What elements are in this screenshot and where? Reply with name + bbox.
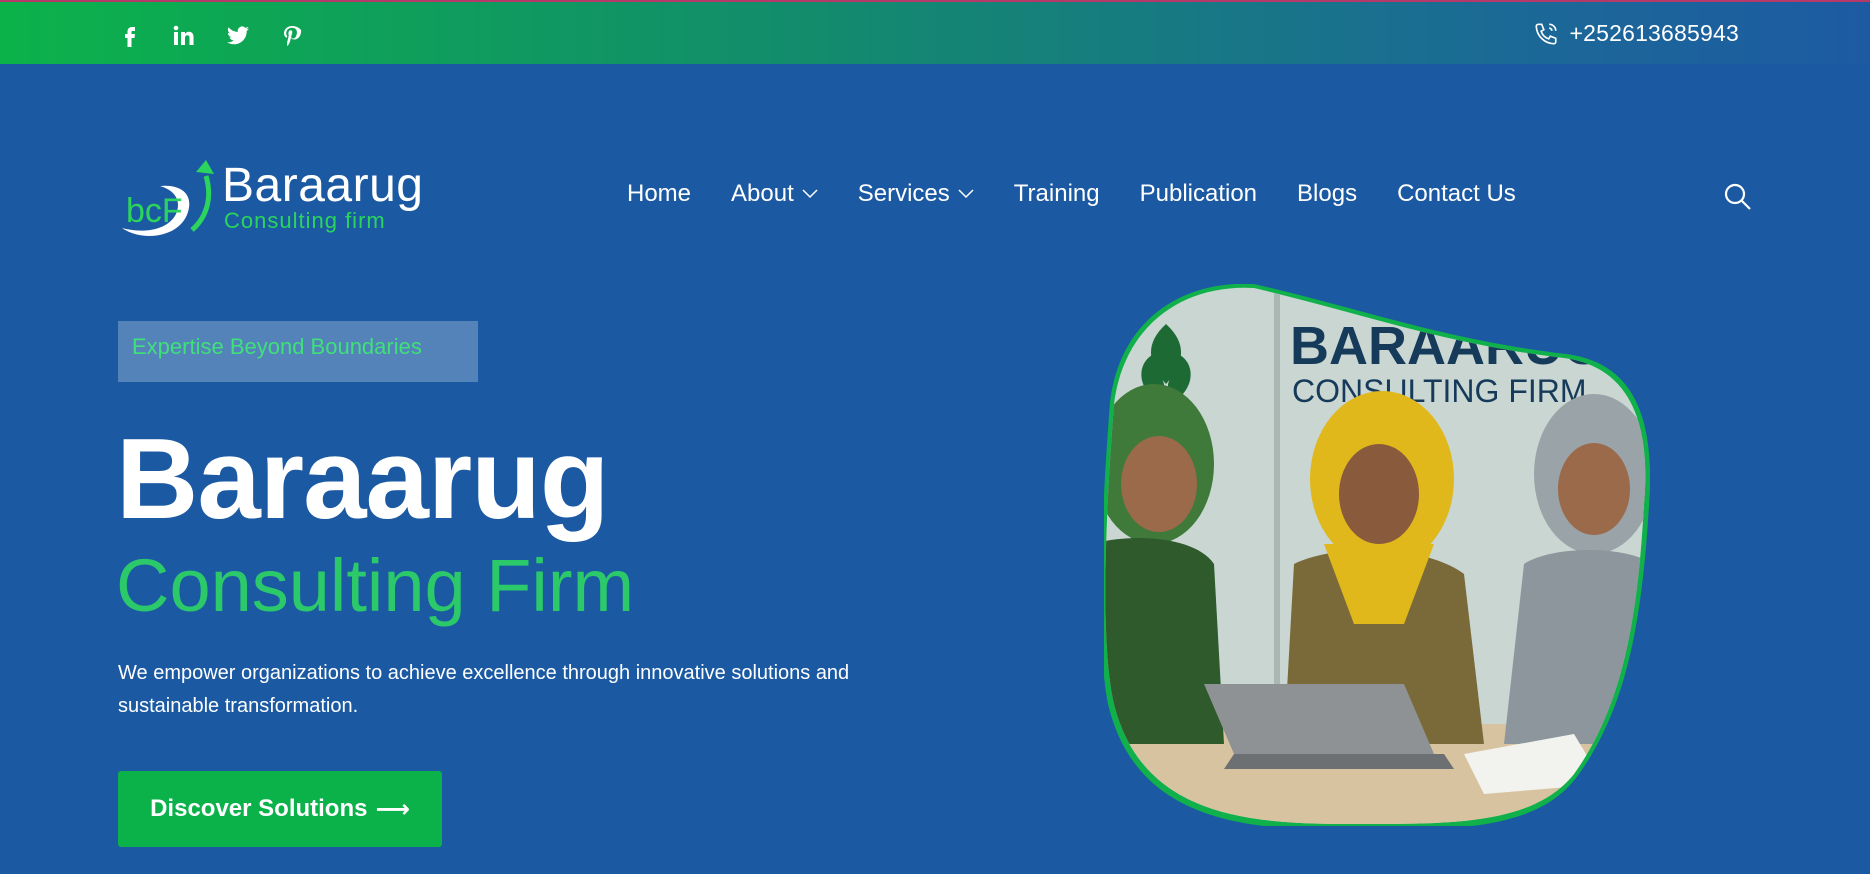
nav-about[interactable]: About — [731, 180, 818, 208]
arrow-right-icon: ⟶ — [375, 795, 410, 823]
facebook-icon[interactable] — [112, 18, 148, 54]
logo-mark-text: bcF — [126, 192, 183, 230]
nav-home[interactable]: Home — [627, 180, 691, 208]
nav-contact-label: Contact Us — [1397, 180, 1516, 207]
hero-badge: Expertise Beyond Boundaries — [118, 321, 478, 382]
search-icon[interactable] — [1723, 182, 1753, 212]
image-sign-line1: BARAARUG — [1290, 316, 1605, 376]
nav-training[interactable]: Training — [1014, 180, 1100, 208]
logo-tagline: Consulting firm — [224, 208, 386, 233]
site-logo[interactable]: bcF Baraarug Consulting firm — [116, 156, 423, 246]
nav-services[interactable]: Services — [858, 180, 974, 208]
hero-subtitle: Consulting Firm — [116, 544, 635, 627]
hero-description: We empower organizations to achieve exce… — [118, 662, 850, 717]
linkedin-icon[interactable] — [166, 18, 202, 54]
nav-about-label: About — [731, 180, 794, 207]
nav-services-label: Services — [857, 180, 950, 207]
social-links — [112, 18, 310, 54]
logo-mark-icon: bcF — [122, 160, 214, 236]
phone-contact[interactable]: +252613685943 — [1533, 20, 1739, 47]
image-sign-line2: CONSULTING FIRM — [1292, 373, 1587, 409]
nav-publication[interactable]: Publication — [1140, 180, 1257, 208]
hero-title: Baraarug — [116, 416, 610, 543]
cta-label: Discover Solutions — [150, 795, 368, 822]
main-nav: Home About Services Training Publication… — [627, 180, 1516, 208]
top-bar: +252613685943 — [0, 0, 1870, 64]
nav-contact-us[interactable]: Contact Us — [1397, 180, 1516, 208]
nav-home-label: Home — [627, 180, 692, 207]
chevron-down-icon — [802, 189, 818, 199]
hero-image: BARAARUG CONSULTING FIRM — [1104, 284, 1650, 826]
pinterest-icon[interactable] — [274, 18, 310, 54]
nav-blogs-label: Blogs — [1297, 180, 1358, 207]
logo-name: Baraarug — [222, 159, 424, 212]
phone-number: +252613685943 — [1569, 20, 1739, 46]
twitter-icon[interactable] — [220, 18, 256, 54]
nav-training-label: Training — [1013, 180, 1100, 207]
chevron-down-icon — [958, 189, 974, 199]
phone-icon — [1535, 22, 1558, 45]
nav-blogs[interactable]: Blogs — [1297, 180, 1357, 208]
nav-publication-label: Publication — [1139, 180, 1258, 207]
discover-solutions-button[interactable]: Discover Solutions ⟶ — [118, 771, 442, 847]
